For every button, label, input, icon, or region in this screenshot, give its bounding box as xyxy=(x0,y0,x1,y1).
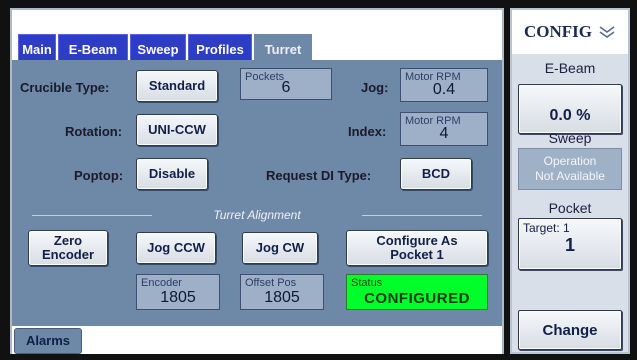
tab-sweep[interactable]: Sweep xyxy=(130,34,186,62)
turret-content: Crucible Type: Standard Pockets 6 Jog: M… xyxy=(12,60,502,326)
index-rpm-readout[interactable]: Motor RPM 4 xyxy=(400,112,488,146)
config-pocket-label: Pocket xyxy=(548,200,592,216)
index-rpm-value: 4 xyxy=(439,125,449,142)
jog-rpm-readout[interactable]: Motor RPM 0.4 xyxy=(400,68,488,102)
encoder-readout: Encoder 1805 xyxy=(136,274,220,310)
jog-rpm-value: 0.4 xyxy=(432,81,456,98)
offset-pos-value: 1805 xyxy=(264,289,300,306)
status-caption: Status xyxy=(351,277,383,289)
offset-pos-caption: Offset Pos xyxy=(245,277,297,289)
pockets-readout: Pockets 6 xyxy=(240,68,332,100)
sweep-operation-info: Operation Not Available xyxy=(518,148,622,190)
rotation-button[interactable]: UNI-CCW xyxy=(136,114,218,146)
status-value: CONFIGURED xyxy=(364,290,470,307)
pockets-value: 6 xyxy=(281,79,291,96)
chevron-down-icon xyxy=(599,26,615,38)
crucible-type-button[interactable]: Standard xyxy=(136,70,218,102)
rotation-label: Rotation: xyxy=(65,124,123,139)
request-di-type-button[interactable]: BCD xyxy=(400,158,472,190)
encoder-caption: Encoder xyxy=(141,277,182,289)
index-label: Index: xyxy=(348,124,387,139)
jog-cw-button[interactable]: Jog CW xyxy=(242,232,318,264)
pocket-target-caption: Target: 1 xyxy=(523,221,570,235)
configure-pocket-button[interactable]: Configure As Pocket 1 xyxy=(346,230,488,266)
turret-panel: Main E-Beam Sweep Profiles Turret Crucib… xyxy=(10,8,504,354)
tab-turret[interactable]: Turret xyxy=(254,34,312,62)
pocket-target-button[interactable]: Target: 1 1 xyxy=(518,218,622,270)
crucible-type-label: Crucible Type: xyxy=(20,80,110,95)
screen: Main E-Beam Sweep Profiles Turret Crucib… xyxy=(0,0,637,360)
zero-encoder-button[interactable]: Zero Encoder xyxy=(28,230,108,266)
poptop-label: Poptop: xyxy=(74,168,124,183)
tab-main[interactable]: Main xyxy=(18,34,56,62)
pocket-target-value: 1 xyxy=(564,235,575,255)
status-readout: Status CONFIGURED xyxy=(346,274,488,310)
encoder-value: 1805 xyxy=(160,289,196,306)
offset-pos-readout: Offset Pos 1805 xyxy=(240,274,324,310)
request-di-type-label: Request DI Type: xyxy=(266,168,372,183)
change-button[interactable]: Change xyxy=(518,310,622,350)
alignment-divider-right xyxy=(362,215,482,216)
config-title: CONFIG xyxy=(524,22,592,41)
tab-bar: Main E-Beam Sweep Profiles Turret xyxy=(12,10,502,62)
tab-e-beam[interactable]: E-Beam xyxy=(58,34,128,62)
config-ebeam-label: E-Beam xyxy=(544,60,596,76)
tab-profiles[interactable]: Profiles xyxy=(188,34,252,62)
poptop-button[interactable]: Disable xyxy=(136,158,208,190)
config-sweep-label: Sweep xyxy=(548,130,592,146)
jog-label: Jog: xyxy=(361,80,389,95)
jog-ccw-button[interactable]: Jog CCW xyxy=(136,232,216,264)
bottom-bar: Alarms xyxy=(12,326,502,354)
config-header[interactable]: CONFIG xyxy=(512,10,628,54)
alarms-button[interactable]: Alarms xyxy=(14,328,82,354)
ebeam-power-button[interactable]: 0.0 % xyxy=(518,84,622,134)
config-panel: CONFIG E-Beam 0.0 % Sweep Operation Not … xyxy=(510,8,630,354)
